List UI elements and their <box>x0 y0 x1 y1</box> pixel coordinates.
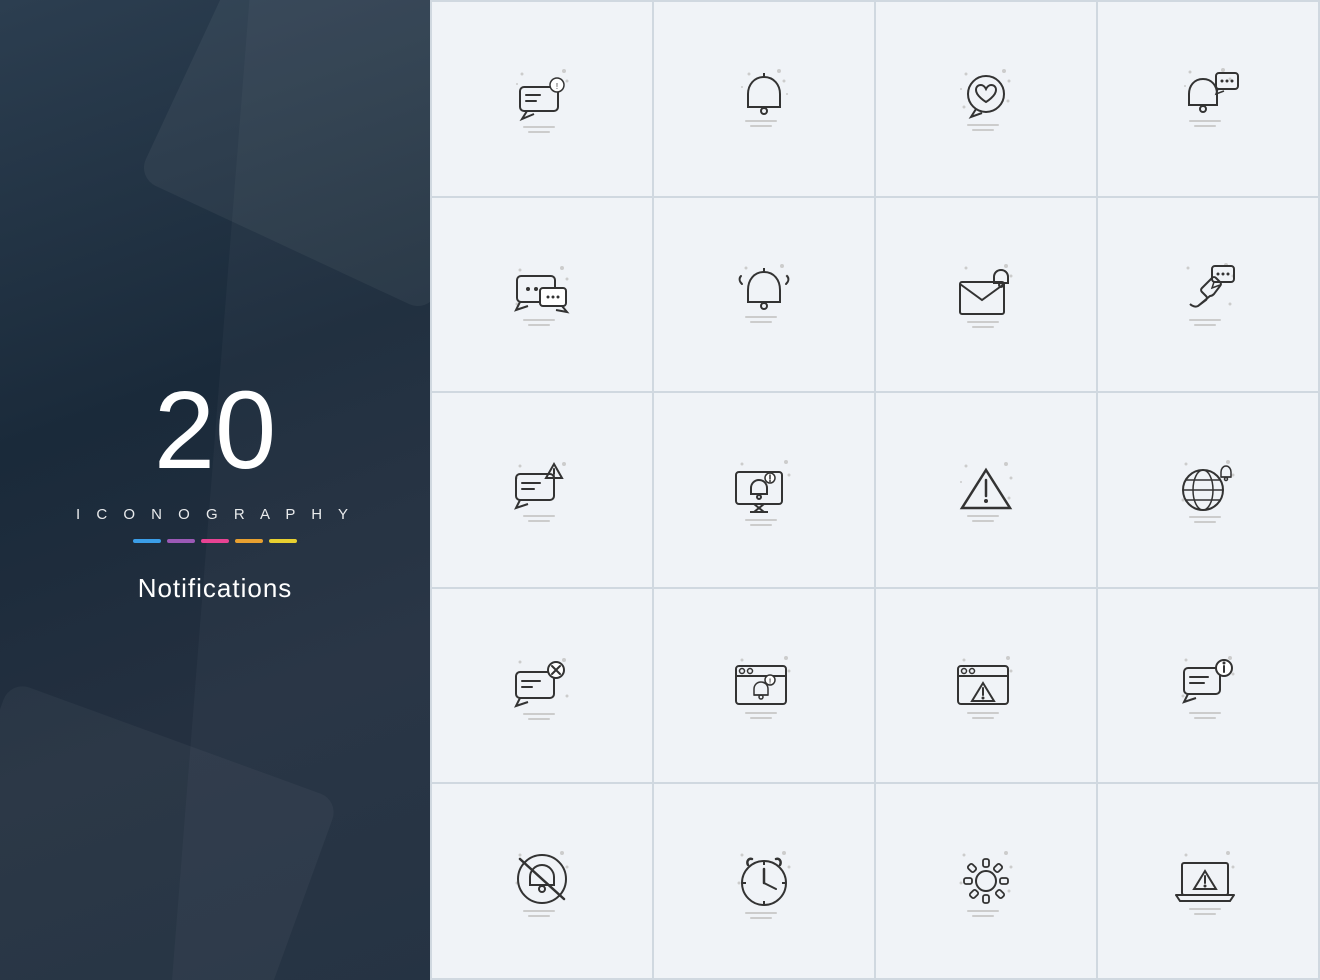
icon-cell-chat-warning <box>432 393 652 587</box>
icon-cell-triangle-warning <box>876 393 1096 587</box>
icon-cell-phone-chat <box>1098 198 1318 392</box>
icon-cell-gear <box>876 784 1096 978</box>
color-bar-blue <box>133 539 161 543</box>
chat-info-icon <box>1168 646 1248 726</box>
globe-bell-icon <box>1168 450 1248 530</box>
icon-cell-alarm-clock <box>654 784 874 978</box>
gear-icon <box>946 841 1026 921</box>
bell-ring-icon <box>724 254 804 334</box>
window-bell-icon: ! <box>724 646 804 726</box>
svg-text:!: ! <box>556 82 558 91</box>
icon-cell-chat-bubbles <box>432 198 652 392</box>
monitor-bell-icon <box>724 450 804 530</box>
icon-cell-chat-close <box>432 589 652 783</box>
triangle-warning-icon <box>946 450 1026 530</box>
chat-notification-icon: ! <box>502 59 582 139</box>
mute-bell-icon <box>502 841 582 921</box>
icon-cell-chat-info <box>1098 589 1318 783</box>
svg-text:!: ! <box>769 678 771 685</box>
mail-bell-icon <box>946 254 1026 334</box>
icon-cell-globe-bell <box>1098 393 1318 587</box>
notifications-title: Notifications <box>76 573 354 604</box>
icon-cell-chat-heart <box>876 2 1096 196</box>
icon-cell-bell-ring <box>654 198 874 392</box>
iconography-label: I C O N O G R A P H Y <box>76 506 354 523</box>
bell-icon <box>724 59 804 139</box>
color-bars <box>76 539 354 543</box>
color-bar-orange <box>235 539 263 543</box>
icon-cell-bell <box>654 2 874 196</box>
window-warning-icon <box>946 646 1026 726</box>
icon-cell-window-warning <box>876 589 1096 783</box>
chat-warning-icon <box>502 450 582 530</box>
alarm-clock-icon <box>724 841 804 921</box>
icon-cell-chat-notification: ! <box>432 2 652 196</box>
color-bar-yellow <box>269 539 297 543</box>
chat-heart-icon <box>946 59 1026 139</box>
color-bar-purple <box>167 539 195 543</box>
icon-cell-laptop-warning <box>1098 784 1318 978</box>
icon-cell-monitor-bell <box>654 393 874 587</box>
laptop-warning-icon <box>1168 841 1248 921</box>
left-content: 20 I C O N O G R A P H Y Notifications <box>76 376 354 604</box>
phone-chat-icon <box>1168 254 1248 334</box>
left-panel: 20 I C O N O G R A P H Y Notifications <box>0 0 430 980</box>
chat-close-icon <box>502 646 582 726</box>
icon-cell-mute-bell <box>432 784 652 978</box>
icon-cell-window-bell: ! <box>654 589 874 783</box>
icon-cell-mail-bell <box>876 198 1096 392</box>
chat-bubbles-icon <box>502 254 582 334</box>
color-bar-pink <box>201 539 229 543</box>
icon-cell-bell-chat <box>1098 2 1318 196</box>
bell-chat-icon <box>1168 59 1248 139</box>
icon-grid: ! <box>430 0 1320 980</box>
number-display: 20 <box>76 376 354 486</box>
